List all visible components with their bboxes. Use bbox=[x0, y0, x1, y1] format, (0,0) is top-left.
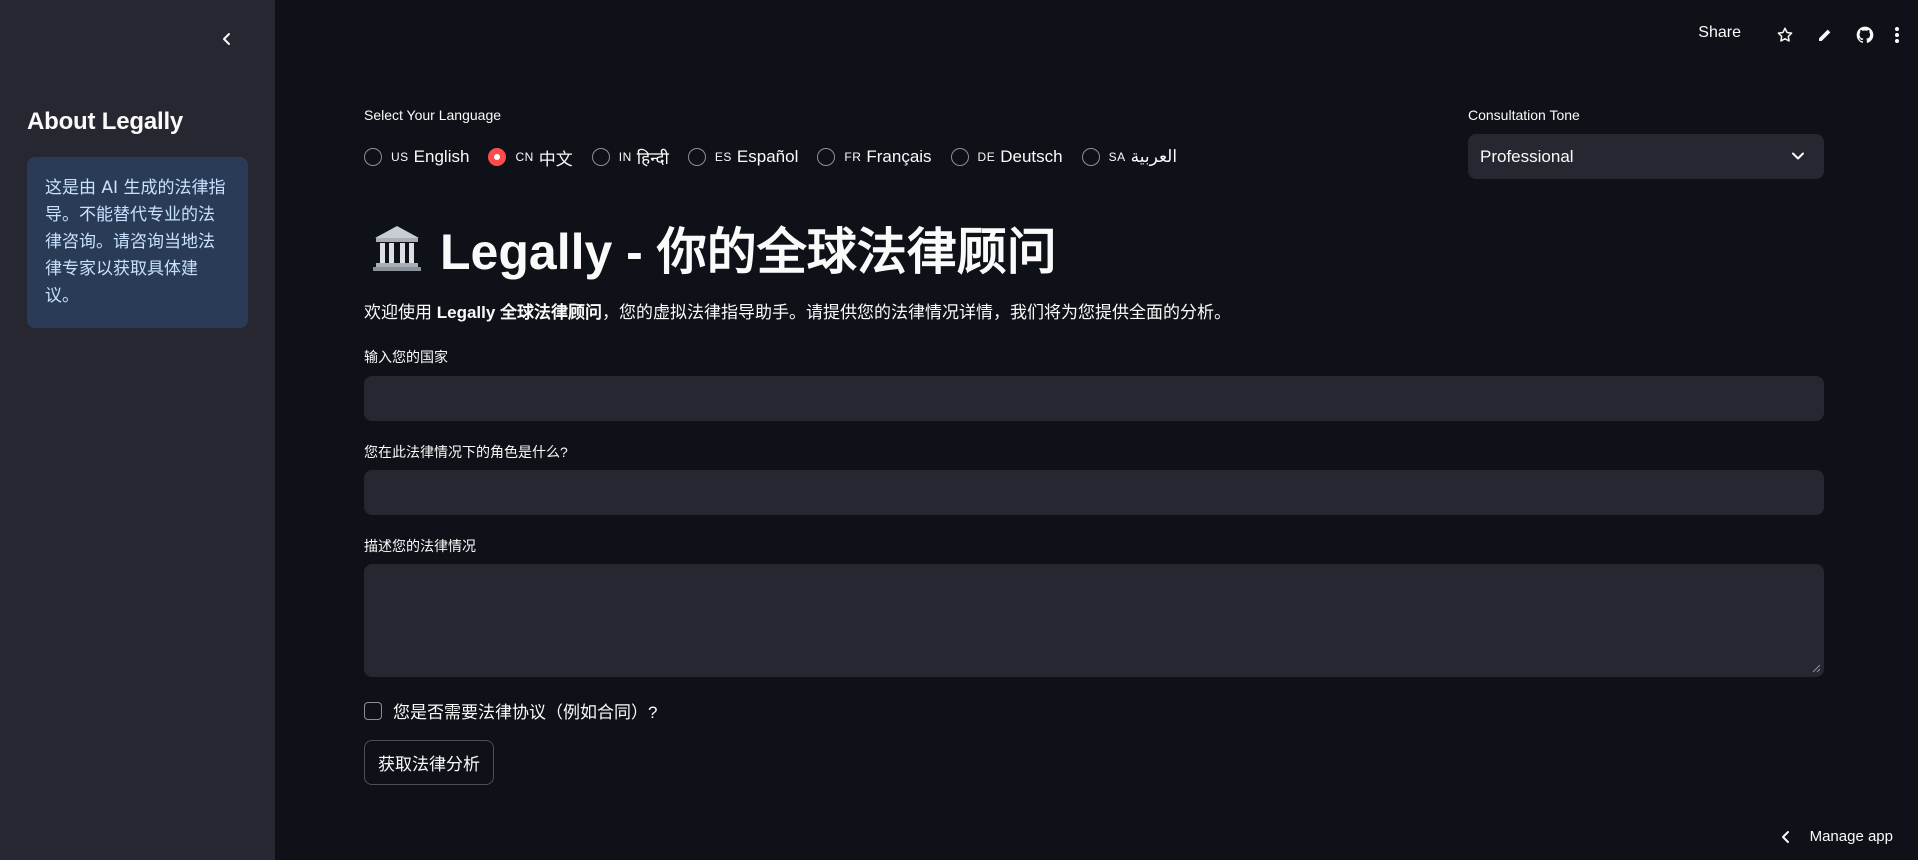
get-analysis-button[interactable]: 获取法律分析 bbox=[364, 740, 494, 785]
language-name: English bbox=[413, 147, 470, 166]
language-code: IN bbox=[618, 150, 632, 164]
language-option-de[interactable]: DE Deutsch bbox=[950, 147, 1063, 167]
language-option-cn[interactable]: CN 中文 bbox=[488, 145, 573, 170]
welcome-prefix: 欢迎使用 bbox=[364, 303, 437, 322]
radio-button[interactable] bbox=[950, 148, 969, 166]
language-option-es[interactable]: ES Español bbox=[687, 147, 799, 167]
language-code: US bbox=[391, 150, 409, 164]
sidebar-title: About Legally bbox=[27, 108, 184, 135]
language-option-sa[interactable]: SA العربية bbox=[1081, 147, 1178, 167]
agreement-checkbox-row[interactable]: 您是否需要法律协议（例如合同）? bbox=[364, 698, 657, 723]
language-code: FR bbox=[844, 150, 862, 164]
role-input[interactable] bbox=[364, 470, 1824, 515]
country-label: 输入您的国家 bbox=[364, 349, 448, 365]
radio-button[interactable] bbox=[687, 148, 706, 166]
classical-building-icon bbox=[372, 224, 422, 272]
page-title-text: Legally - 你的全球法律顾问 bbox=[440, 224, 1057, 280]
chevron-left-icon bbox=[223, 33, 230, 45]
radio-button[interactable] bbox=[591, 148, 610, 166]
language-name: Deutsch bbox=[1000, 147, 1063, 166]
resize-grip-icon[interactable] bbox=[1812, 664, 1821, 673]
manage-app-button[interactable]: Manage app bbox=[1780, 828, 1893, 845]
language-name: Español bbox=[736, 147, 799, 166]
radio-button[interactable] bbox=[364, 148, 382, 166]
tone-selected-value: Professional bbox=[1480, 146, 1574, 166]
language-code: SA bbox=[1108, 150, 1126, 164]
language-option-fr[interactable]: FR Français bbox=[817, 147, 932, 167]
chevron-down-icon bbox=[1792, 152, 1804, 160]
language-option-in[interactable]: IN हिन्दी bbox=[591, 146, 669, 169]
language-code: DE bbox=[977, 150, 996, 164]
language-name: العربية bbox=[1130, 147, 1178, 166]
language-option-us[interactable]: US English bbox=[364, 147, 469, 167]
radio-button-selected[interactable] bbox=[488, 148, 507, 166]
welcome-text: 欢迎使用 Legally 全球法律顾问，您的虚拟法律指导助手。请提供您的法律情况… bbox=[364, 298, 1231, 323]
radio-button[interactable] bbox=[817, 148, 836, 166]
language-name: Français bbox=[866, 147, 932, 166]
radio-button[interactable] bbox=[1081, 148, 1100, 166]
github-icon[interactable] bbox=[1852, 22, 1878, 48]
tone-select[interactable]: Professional bbox=[1468, 134, 1824, 179]
country-input[interactable] bbox=[364, 376, 1824, 421]
more-vertical-icon[interactable] bbox=[1884, 22, 1910, 48]
manage-app-label: Manage app bbox=[1809, 828, 1893, 845]
tone-label: Consultation Tone bbox=[1468, 107, 1580, 123]
language-name: 中文 bbox=[538, 149, 573, 169]
chevron-left-icon bbox=[1780, 830, 1792, 844]
welcome-bold: Legally 全球法律顾问 bbox=[436, 303, 603, 322]
situation-textarea[interactable] bbox=[364, 564, 1824, 677]
disclaimer-text: 这是由 AI 生成的法律指导。不能替代专业的法律咨询。请咨询当地法律专家以获取具… bbox=[45, 178, 226, 306]
role-label: 您在此法律情况下的角色是什么? bbox=[364, 444, 568, 460]
collapse-sidebar-button[interactable] bbox=[215, 26, 239, 52]
welcome-suffix: ，您的虚拟法律指导助手。请提供您的法律情况详情，我们将为您提供全面的分析。 bbox=[602, 303, 1232, 322]
language-name: हिन्दी bbox=[636, 148, 669, 168]
main-content: Select Your Language US English CN 中文 IN… bbox=[364, 0, 1824, 860]
sidebar: About Legally 这是由 AI 生成的法律指导。不能替代专业的法律咨询… bbox=[0, 0, 275, 860]
situation-label: 描述您的法律情况 bbox=[364, 538, 476, 554]
language-code: CN bbox=[515, 150, 534, 164]
agreement-checkbox[interactable] bbox=[364, 701, 382, 720]
language-code: ES bbox=[714, 150, 732, 164]
agreement-checkbox-label: 您是否需要法律协议（例如合同）? bbox=[393, 703, 658, 722]
language-radio-group: US English CN 中文 IN हिन्दी ES Español FR… bbox=[364, 145, 1196, 170]
page-title: Legally - 你的全球法律顾问 bbox=[372, 218, 1057, 280]
disclaimer-info-box: 这是由 AI 生成的法律指导。不能替代专业的法律咨询。请咨询当地法律专家以获取具… bbox=[27, 157, 248, 328]
language-label: Select Your Language bbox=[364, 107, 502, 123]
